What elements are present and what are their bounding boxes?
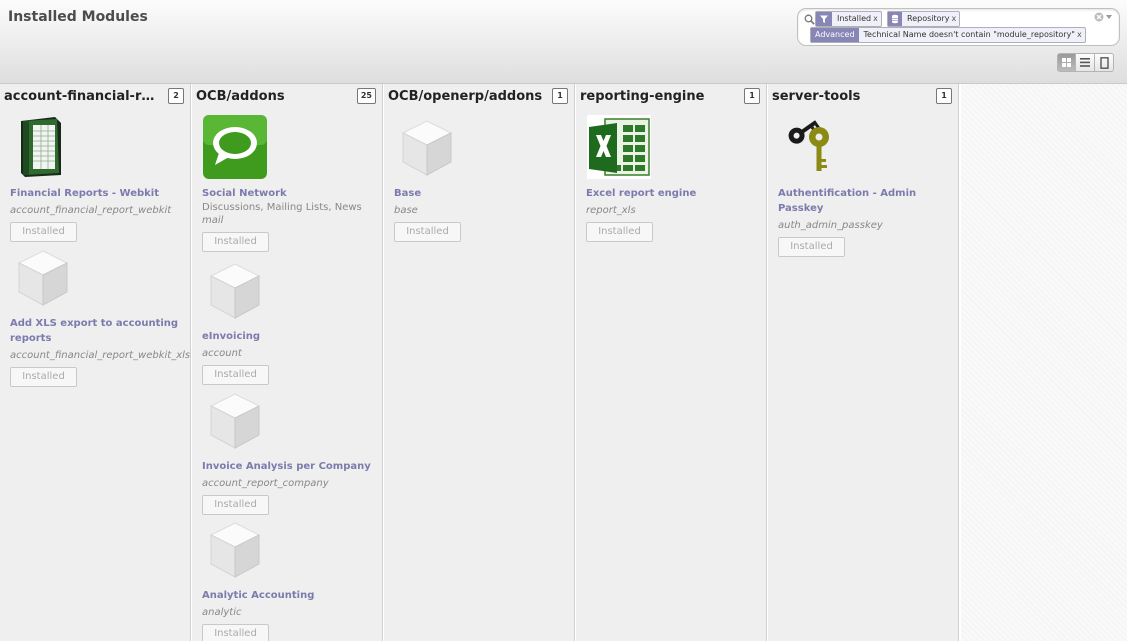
- column-title[interactable]: OCB/addons: [196, 89, 351, 104]
- module-technical-name: base: [394, 205, 418, 216]
- installed-status-button[interactable]: Installed: [202, 495, 269, 515]
- form-view-button[interactable]: [1095, 53, 1114, 72]
- cube-icon: [209, 393, 261, 449]
- facet-repository[interactable]: Repository x: [887, 11, 961, 27]
- kanban-column: reporting-engine 1 Excel report engine r…: [576, 84, 767, 641]
- module-name[interactable]: eInvoicing: [202, 329, 378, 344]
- installed-status-button[interactable]: Installed: [778, 237, 845, 257]
- module-technical-name: analytic: [202, 607, 242, 618]
- cube-icon: [17, 250, 69, 306]
- column-count-badge: 1: [552, 88, 568, 104]
- excel-icon: [587, 115, 651, 179]
- facet-value: Repository: [907, 14, 950, 23]
- facet-installed[interactable]: Installed x: [815, 11, 882, 27]
- installed-status-button[interactable]: Installed: [394, 222, 461, 242]
- kanban-view-button[interactable]: [1057, 53, 1076, 72]
- module-technical-name: report_xls: [586, 205, 636, 216]
- facet-category-label: Advanced: [811, 28, 859, 42]
- facet-remove-button[interactable]: x: [1077, 30, 1085, 39]
- column-count-badge: 25: [356, 88, 376, 104]
- ledger-book-icon: [21, 117, 61, 177]
- installed-status-button[interactable]: Installed: [202, 624, 269, 641]
- speech-bubble-icon: [203, 115, 267, 179]
- module-card[interactable]: Financial Reports - Webkit account_finan…: [10, 115, 186, 242]
- column-title[interactable]: server-tools: [772, 89, 927, 104]
- search-icon[interactable]: [804, 14, 815, 25]
- module-card[interactable]: Social Network Discussions, Mailing List…: [202, 115, 378, 252]
- kanban-column: account-financial-report-webkit 2 Financ…: [0, 84, 191, 641]
- kanban-column: OCB/addons 25 Social Network Discussions…: [192, 84, 383, 641]
- facet-advanced[interactable]: Advanced Technical Name doesn't contain "…: [810, 27, 1086, 43]
- database-icon: [888, 12, 902, 26]
- module-name[interactable]: Add XLS export to accounting reports: [10, 316, 186, 346]
- module-card[interactable]: Base base Installed: [394, 115, 570, 242]
- list-view-button[interactable]: [1076, 53, 1095, 72]
- list-view-icon: [1080, 58, 1090, 67]
- module-name[interactable]: Financial Reports - Webkit: [10, 186, 186, 201]
- module-card[interactable]: Authentification - Admin Passkey auth_ad…: [778, 115, 954, 257]
- installed-status-button[interactable]: Installed: [586, 222, 653, 242]
- kanban-column: OCB/openerp/addons 1 Base base Installed: [384, 84, 575, 641]
- module-name[interactable]: Analytic Accounting: [202, 588, 378, 603]
- facet-value: Technical Name doesn't contain "module_r…: [863, 30, 1075, 39]
- kanban-column: server-tools 1 Authentification - Admin …: [768, 84, 959, 641]
- module-card[interactable]: eInvoicing account Installed: [202, 258, 378, 385]
- module-card[interactable]: Add XLS export to accounting reports acc…: [10, 245, 191, 387]
- module-name[interactable]: Authentification - Admin Passkey: [778, 186, 954, 216]
- module-name[interactable]: Excel report engine: [586, 186, 762, 201]
- module-name[interactable]: Social Network: [202, 186, 378, 201]
- module-technical-name: mail: [202, 215, 224, 226]
- column-count-badge: 2: [168, 88, 184, 104]
- module-name[interactable]: Invoice Analysis per Company: [202, 459, 378, 474]
- cube-icon: [209, 522, 261, 578]
- clear-search-icon[interactable]: [1094, 12, 1104, 22]
- column-count-badge: 1: [744, 88, 760, 104]
- installed-status-button[interactable]: Installed: [10, 367, 77, 387]
- installed-status-button[interactable]: Installed: [202, 365, 269, 385]
- form-view-icon: [1099, 56, 1109, 69]
- column-title[interactable]: account-financial-report-webkit: [4, 89, 159, 104]
- module-technical-name: account_report_company: [202, 478, 329, 489]
- module-technical-name: account_financial_report_webkit: [10, 205, 172, 216]
- search-box[interactable]: Installed x Repository x Advanced Technical…: [797, 8, 1120, 46]
- facet-remove-button[interactable]: x: [873, 14, 881, 23]
- column-title[interactable]: reporting-engine: [580, 89, 735, 104]
- column-title[interactable]: OCB/openerp/addons: [388, 89, 543, 104]
- search-dropdown-icon[interactable]: [1106, 15, 1112, 19]
- control-panel: Installed Modules Installed x Repository x…: [0, 0, 1127, 84]
- view-switcher: [1057, 53, 1114, 72]
- module-summary: Discussions, Mailing Lists, News: [202, 202, 362, 213]
- module-card[interactable]: Invoice Analysis per Company account_rep…: [202, 388, 378, 515]
- module-name[interactable]: Base: [394, 186, 570, 201]
- column-count-badge: 1: [936, 88, 952, 104]
- module-technical-name: account: [202, 348, 242, 359]
- installed-status-button[interactable]: Installed: [202, 232, 269, 252]
- filter-icon: [816, 12, 832, 26]
- kanban-board: account-financial-report-webkit 2 Financ…: [0, 84, 1127, 641]
- module-card[interactable]: Excel report engine report_xls Installed: [586, 115, 762, 242]
- kanban-empty-area: [961, 84, 1127, 641]
- page-title: Installed Modules: [8, 9, 148, 25]
- module-technical-name: account_financial_report_webkit_xls: [10, 350, 191, 361]
- facet-value: Installed: [837, 14, 872, 23]
- installed-status-button[interactable]: Installed: [10, 222, 77, 242]
- facet-remove-button[interactable]: x: [952, 14, 960, 23]
- cube-icon: [209, 263, 261, 319]
- keys-icon: [788, 120, 829, 171]
- cube-icon: [401, 120, 453, 176]
- module-card[interactable]: Analytic Accounting analytic Installed: [202, 517, 378, 641]
- kanban-view-icon: [1062, 58, 1071, 67]
- module-technical-name: auth_admin_passkey: [778, 220, 883, 231]
